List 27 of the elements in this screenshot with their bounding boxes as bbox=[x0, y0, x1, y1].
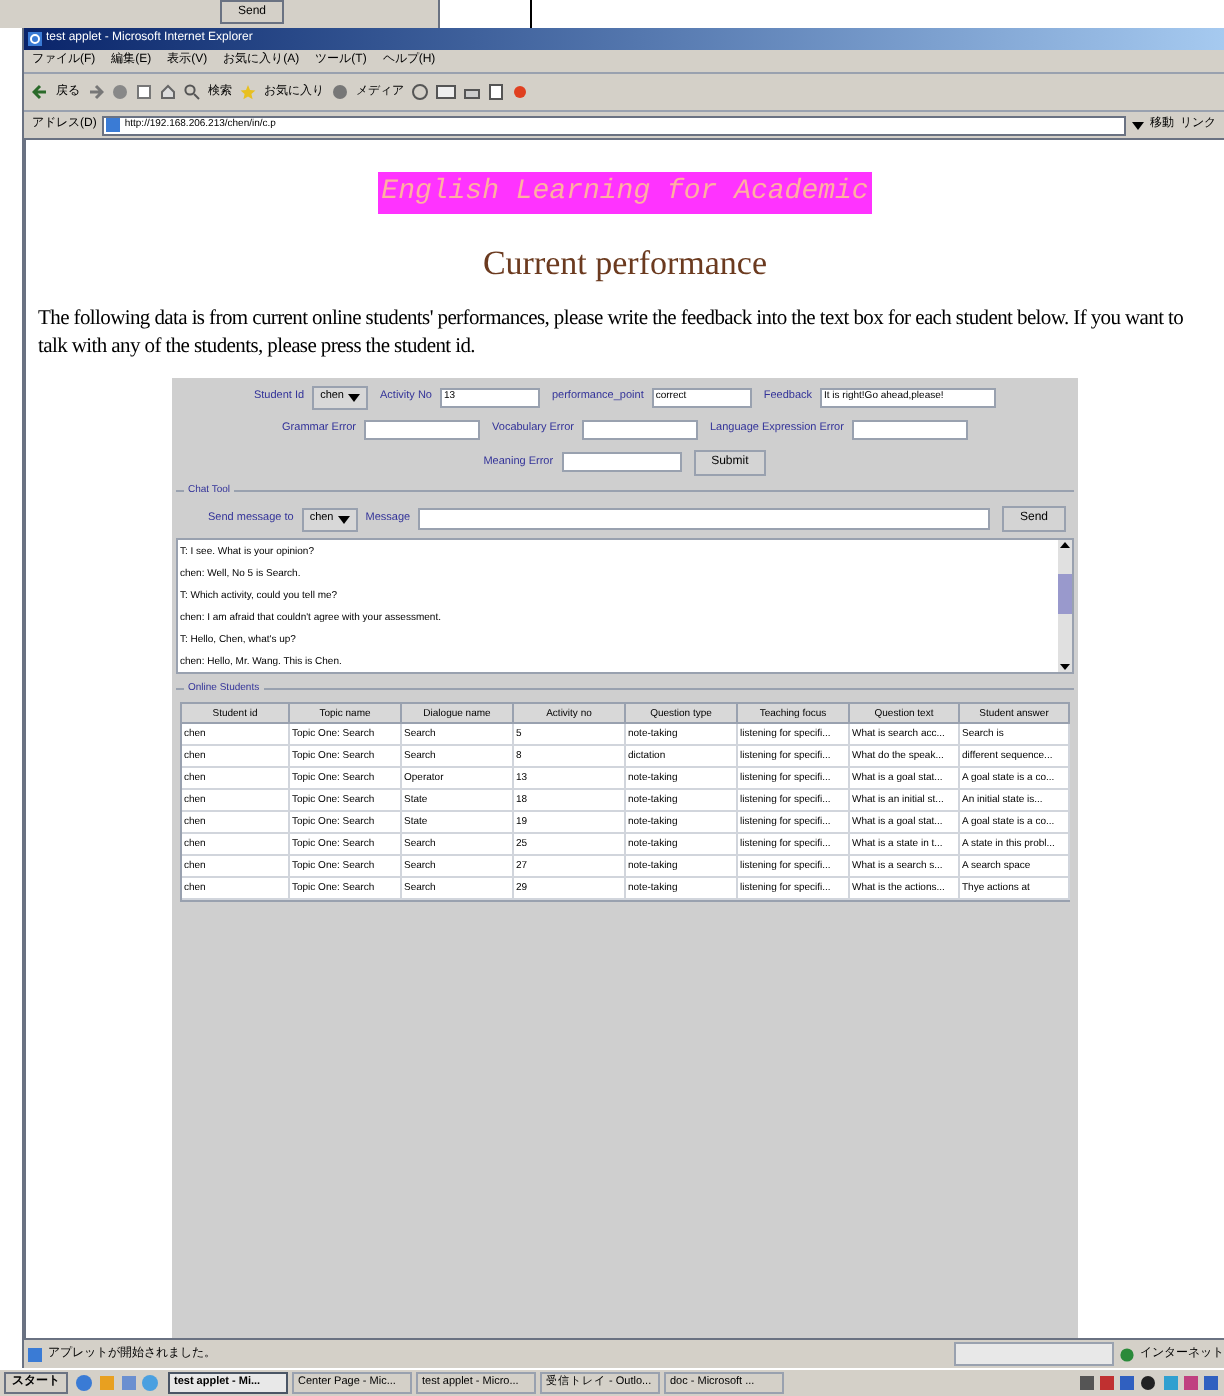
quick-launch-icons-drawing[interactable] bbox=[74, 1374, 162, 1392]
search-icon[interactable] bbox=[184, 84, 200, 100]
print-icon[interactable] bbox=[464, 84, 480, 100]
mail-icon[interactable] bbox=[436, 84, 456, 100]
back-arrow-icon[interactable] bbox=[32, 84, 48, 100]
scrollbar[interactable] bbox=[1058, 540, 1072, 672]
star-icon[interactable] bbox=[240, 84, 256, 100]
browser-icon bbox=[28, 32, 42, 46]
dropdown-arrow-icon[interactable] bbox=[348, 393, 360, 401]
globe-icon bbox=[1120, 1347, 1134, 1361]
page-icon bbox=[106, 118, 121, 132]
home-icon[interactable] bbox=[160, 84, 176, 100]
dropdown-arrow-icon[interactable] bbox=[1132, 121, 1144, 129]
page-icon bbox=[28, 1347, 42, 1361]
intro-paragraph: The following data is from current online students' performances, please write the feedback into the text box for each student below. If you want to talk with any of the students, please press the student id. bbox=[36, 305, 1186, 361]
tray-icons-drawing bbox=[1080, 1374, 1220, 1392]
scroll-down-icon[interactable] bbox=[1058, 662, 1072, 672]
input-field[interactable] bbox=[581, 419, 698, 439]
input-field[interactable] bbox=[364, 419, 481, 439]
input-field[interactable] bbox=[851, 419, 968, 439]
dropdown-arrow-icon[interactable] bbox=[337, 515, 350, 523]
message-field[interactable] bbox=[418, 508, 990, 530]
input-field[interactable] bbox=[561, 452, 682, 472]
scroll-up-icon[interactable] bbox=[1058, 540, 1072, 550]
page-heading: Current performance bbox=[482, 242, 768, 286]
forward-arrow-icon[interactable] bbox=[88, 84, 104, 100]
banner-title: English Learning for Academic bbox=[377, 172, 873, 214]
